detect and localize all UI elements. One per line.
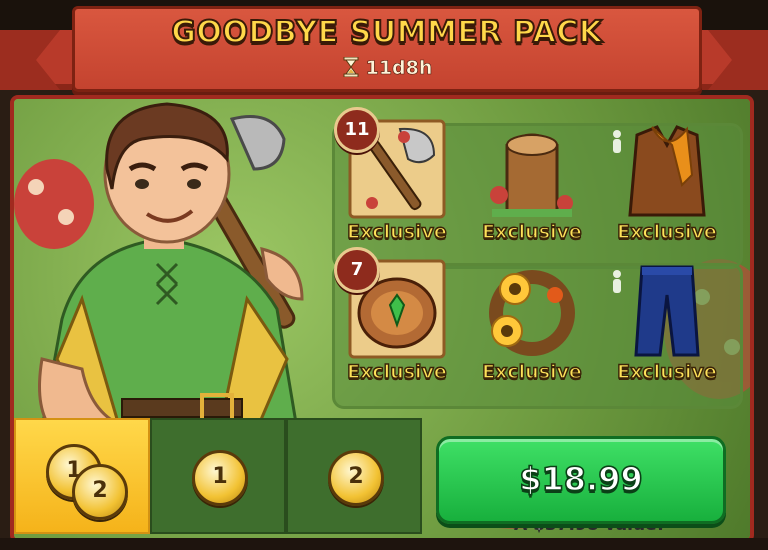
- reward-item[interactable]: Exclusive: [467, 109, 597, 249]
- pack-title: GOODBYE SUMMER PACK: [170, 14, 603, 51]
- tab-coin-2[interactable]: 2: [286, 418, 422, 534]
- reward-item[interactable]: Exclusive: [602, 109, 732, 249]
- level-badge: 11: [334, 107, 380, 153]
- buy-button[interactable]: $18.99: [436, 436, 726, 524]
- exclusive-label: Exclusive: [616, 220, 717, 243]
- coin-tabs: 1 2 1 2: [14, 418, 422, 534]
- jeans-outfit-icon: [612, 255, 722, 363]
- tree-stump-decor-icon: [477, 115, 587, 223]
- coat-outfit-icon: [612, 115, 722, 223]
- exclusive-label: Exclusive: [481, 220, 582, 243]
- reward-item[interactable]: Exclusive: [602, 249, 732, 389]
- person-icon: [613, 130, 621, 153]
- exclusive-label: Exclusive: [346, 220, 447, 243]
- reward-item[interactable]: 7 Exclusive: [332, 247, 462, 389]
- reward-item[interactable]: Exclusive: [467, 249, 597, 389]
- level-badge: 7: [334, 247, 380, 293]
- reward-item[interactable]: 11 Exclusive: [332, 107, 462, 249]
- header-banner: GOODBYE SUMMER PACK 11d8h: [72, 6, 702, 92]
- exclusive-label: Exclusive: [481, 360, 582, 383]
- exclusive-label: Exclusive: [346, 360, 447, 383]
- tab-coins-1-2[interactable]: 1 2: [14, 418, 150, 534]
- hourglass-icon: [343, 57, 359, 77]
- sunflower-wreath-icon: [477, 255, 587, 363]
- person-icon: [613, 270, 621, 293]
- rewards-grid: 11 Exclusive Exclusive Exclusive 7 Exclusive E…: [332, 107, 746, 409]
- timer: 11d8h: [75, 57, 699, 79]
- coin-2-icon: 2: [328, 450, 384, 506]
- footer-strip: [0, 538, 768, 550]
- tab-coin-1[interactable]: 1: [150, 418, 286, 534]
- exclusive-label: Exclusive: [616, 360, 717, 383]
- coin-2-icon: 2: [72, 464, 128, 520]
- timer-text: 11d8h: [365, 57, 433, 80]
- coin-1-icon: 1: [192, 450, 248, 506]
